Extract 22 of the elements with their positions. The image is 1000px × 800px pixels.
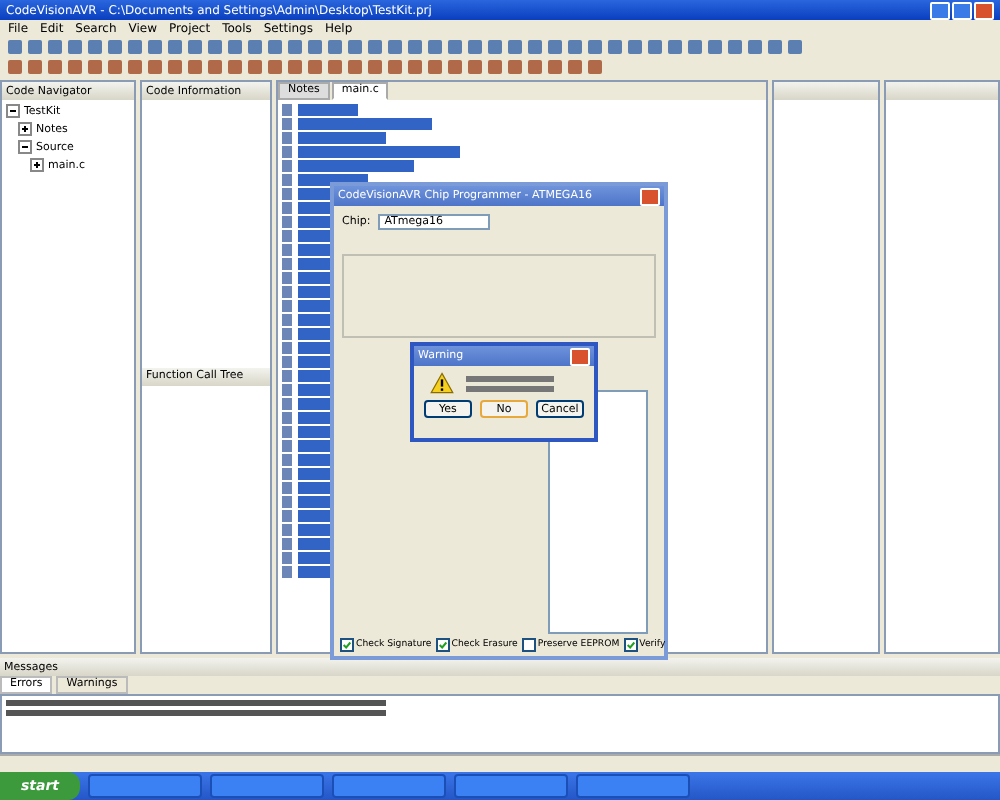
taskbar-button[interactable] <box>454 774 568 798</box>
maximize-button[interactable] <box>952 1 972 19</box>
taskbar-button[interactable] <box>88 774 202 798</box>
expander-icon[interactable] <box>30 158 44 173</box>
checkbox[interactable] <box>340 638 354 652</box>
panel-header <box>886 82 998 100</box>
expander-icon[interactable] <box>6 104 20 118</box>
close-button[interactable] <box>974 1 994 19</box>
close-button[interactable] <box>570 347 590 365</box>
expander-icon[interactable] <box>18 122 32 137</box>
taskbar-button[interactable] <box>332 774 446 798</box>
panel-header <box>774 82 878 100</box>
taskbar-button[interactable] <box>210 774 324 798</box>
warning-icon <box>430 372 454 394</box>
checkbox[interactable] <box>435 638 450 652</box>
checkbox[interactable] <box>521 638 536 652</box>
close-button[interactable] <box>640 187 660 205</box>
minimize-button[interactable] <box>930 1 950 19</box>
message-lines-drawing <box>466 375 554 391</box>
checkbox[interactable] <box>623 638 638 652</box>
expander-icon[interactable] <box>18 140 32 155</box>
taskbar-button[interactable] <box>576 774 690 798</box>
